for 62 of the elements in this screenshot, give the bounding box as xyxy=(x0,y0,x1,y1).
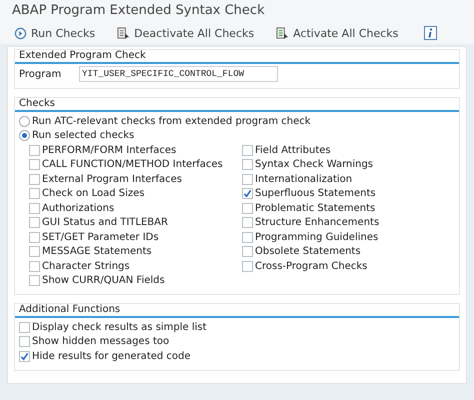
checkbox-option[interactable]: Problematic Statements xyxy=(242,201,455,216)
checkbox-option[interactable]: Obsolete Statements xyxy=(242,244,455,259)
checkbox-option[interactable]: Internationalization xyxy=(242,172,455,186)
play-icon xyxy=(14,26,27,40)
checkbox[interactable] xyxy=(242,159,253,170)
checkbox-option[interactable]: External Program Interfaces xyxy=(29,172,242,186)
checkbox-option[interactable]: Check on Load Sizes xyxy=(29,186,242,201)
radio-button[interactable] xyxy=(19,116,30,127)
group-title: Additional Functions xyxy=(15,304,459,318)
checkbox-option[interactable]: Authorizations xyxy=(29,201,242,216)
radio-option[interactable]: Run ATC-relevant checks from extended program check xyxy=(19,114,455,128)
run-checks-button[interactable]: Run Checks xyxy=(12,26,98,40)
deactivate-all-button[interactable]: Deactivate All Checks xyxy=(115,26,256,40)
checkbox[interactable] xyxy=(29,188,40,200)
checkbox[interactable] xyxy=(29,159,40,170)
checkbox[interactable] xyxy=(29,217,40,228)
checkbox-option[interactable]: Show CURR/QUAN Fields xyxy=(29,274,242,288)
checkbox[interactable] xyxy=(29,202,40,214)
info-button[interactable] xyxy=(422,25,440,41)
checkbox-option[interactable]: GUI Status and TITLEBAR xyxy=(29,216,242,230)
checkbox-option[interactable]: Show hidden messages too xyxy=(19,334,455,349)
checkbox[interactable] xyxy=(19,322,30,333)
group-title: Checks xyxy=(15,98,459,112)
checkbox[interactable] xyxy=(242,232,253,243)
window-title: ABAP Program Extended Syntax Check xyxy=(12,3,265,18)
checkbox-option[interactable]: Structure Enhancements xyxy=(242,216,455,230)
checkbox-option[interactable]: Display check results as simple list xyxy=(19,320,455,334)
field-label: Program xyxy=(19,68,62,80)
document-cursor-icon xyxy=(276,26,290,40)
checkbox-option[interactable]: PERFORM/FORM Interfaces xyxy=(29,143,242,158)
group-title: Extended Program Check xyxy=(15,50,459,64)
checkbox[interactable] xyxy=(242,144,253,156)
checkbox-option[interactable]: Character Strings xyxy=(29,259,242,274)
checkbox[interactable] xyxy=(29,260,40,272)
checkbox[interactable] xyxy=(29,275,40,286)
checkbox[interactable] xyxy=(242,246,253,258)
checkbox[interactable] xyxy=(242,202,253,214)
checkbox[interactable] xyxy=(242,174,253,185)
checkbox-option[interactable]: SET/GET Parameter IDs xyxy=(29,230,242,244)
checkbox-option[interactable]: Field Attributes xyxy=(242,143,455,158)
activate-all-button[interactable]: Activate All Checks xyxy=(274,26,400,40)
checkbox[interactable] xyxy=(19,350,30,362)
checkbox-option[interactable]: Programming Guidelines xyxy=(242,230,455,244)
checkbox[interactable] xyxy=(242,260,253,272)
checkbox[interactable] xyxy=(29,232,40,243)
checkbox[interactable] xyxy=(19,336,30,348)
checkbox-option[interactable]: Superfluous Statements xyxy=(242,186,455,201)
checkbox[interactable] xyxy=(29,144,40,156)
checkbox-option[interactable]: Cross-Program Checks xyxy=(242,259,455,274)
checkbox[interactable] xyxy=(29,174,40,185)
info-icon xyxy=(424,26,438,40)
program-field[interactable]: YIT_USER_SPECIFIC_CONTROL_FLOW xyxy=(79,66,278,82)
checkbox-option[interactable]: MESSAGE Statements xyxy=(29,244,242,259)
checkbox[interactable] xyxy=(242,188,253,200)
checkbox[interactable] xyxy=(29,246,40,258)
radio-option[interactable]: Run selected checks xyxy=(19,128,455,143)
checkbox-option[interactable]: Hide results for generated code xyxy=(19,349,455,364)
checkbox-option[interactable]: CALL FUNCTION/METHOD Interfaces xyxy=(29,158,242,172)
document-cursor-icon xyxy=(117,26,130,40)
checkbox-option[interactable]: Syntax Check Warnings xyxy=(242,158,455,172)
checkbox[interactable] xyxy=(242,217,253,228)
radio-button[interactable] xyxy=(19,130,30,142)
